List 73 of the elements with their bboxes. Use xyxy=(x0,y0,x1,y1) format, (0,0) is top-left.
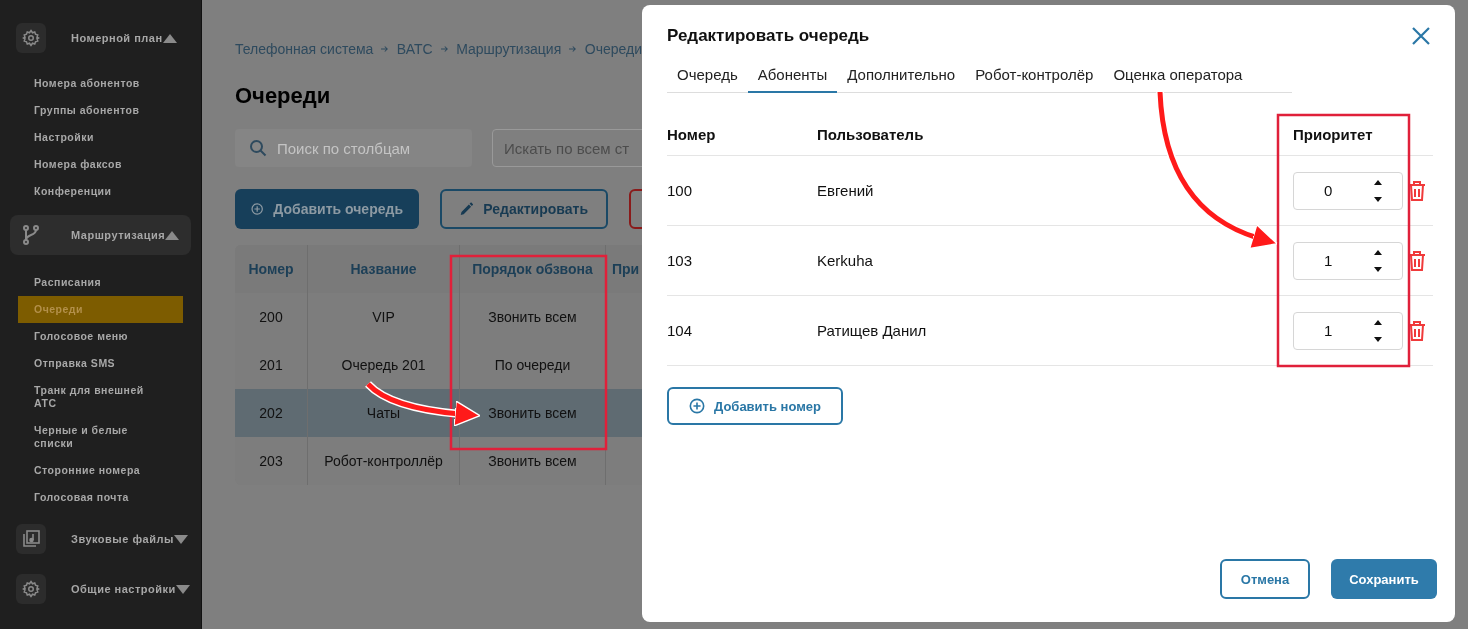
sidebar-item[interactable]: Группы абонентов xyxy=(18,97,178,124)
close-icon[interactable] xyxy=(1412,27,1430,45)
sidebar-item[interactable]: Номера абонентов xyxy=(18,70,178,97)
sidebar-item[interactable]: Черные и белые списки xyxy=(18,417,178,457)
table-row[interactable]: 203 Робот-контроллёр Звонить всем xyxy=(235,437,642,485)
stepper-icon[interactable] xyxy=(1374,249,1382,272)
sidebar-group-label: Маршрутизация xyxy=(71,229,166,241)
sidebar-group-header[interactable]: Маршрутизация xyxy=(10,215,191,255)
pencil-icon xyxy=(460,200,474,218)
priority-field[interactable]: 1 xyxy=(1293,311,1403,350)
music-file-icon xyxy=(22,530,40,548)
plus-circle-icon xyxy=(689,398,705,414)
stepper-icon[interactable] xyxy=(1374,179,1382,202)
trash-icon[interactable] xyxy=(1408,250,1426,271)
table-cell: 201 xyxy=(259,357,283,373)
add-queue-button[interactable]: Добавить очередь xyxy=(235,189,419,229)
trash-icon[interactable] xyxy=(1408,320,1426,341)
table-cell: По очереди xyxy=(494,357,571,373)
table-cell: Звонить всем xyxy=(488,405,577,421)
sidebar-group-label[interactable]: Номерной план xyxy=(71,32,163,44)
priority-field[interactable]: 1 xyxy=(1293,241,1403,280)
sidebar-item[interactable]: Отправка SMS xyxy=(18,350,178,377)
table-cell: 203 xyxy=(259,453,283,469)
add-number-button[interactable]: Добавить номер xyxy=(667,387,843,425)
sidebar-item[interactable]: Голосовая почта xyxy=(18,484,178,511)
trash-icon[interactable] xyxy=(1408,180,1426,201)
arrow-right-icon xyxy=(569,44,577,54)
table-cell: Звонить всем xyxy=(488,453,577,469)
save-button[interactable]: Сохранить xyxy=(1331,559,1437,599)
table-cell: Очередь 201 xyxy=(341,357,426,373)
column-header: Пользователь xyxy=(817,126,925,143)
table-cell-text: 100 xyxy=(667,182,694,199)
table-cell: 200 xyxy=(259,309,283,325)
table-cell-text: Kerkuha xyxy=(817,252,874,269)
tab[interactable]: Очередь xyxy=(667,63,748,93)
cancel-button[interactable]: Отмена xyxy=(1220,559,1310,599)
branch-icon xyxy=(22,225,40,245)
table-cell-text: 104 xyxy=(667,322,694,339)
table-row[interactable]: 200 VIP Звонить всем xyxy=(235,293,642,341)
sidebar-item[interactable]: Конференции xyxy=(18,178,178,205)
column-header: Приоритет xyxy=(1293,126,1373,143)
table-cell: VIP xyxy=(372,309,395,325)
sidebar-group-label[interactable]: Общие настройки xyxy=(71,583,176,595)
settings-icon xyxy=(22,580,40,598)
settings-icon xyxy=(22,29,40,47)
column-header: Номер xyxy=(667,126,717,143)
tab[interactable]: Оценка оператора xyxy=(1103,63,1253,93)
table-cell: 202 xyxy=(259,405,283,421)
priority-field[interactable]: 0 xyxy=(1293,171,1403,210)
sidebar-item[interactable]: Настройки xyxy=(18,124,178,151)
sidebar-item[interactable]: Транк для внешней АТС xyxy=(18,377,178,417)
sidebar-item[interactable]: Сторонние номера xyxy=(18,457,178,484)
sidebar-group-label[interactable]: Звуковые файлы xyxy=(71,533,174,545)
arrow-right-icon xyxy=(440,44,449,54)
sidebar-item[interactable]: Голосовое меню xyxy=(18,323,178,350)
table-cell-text: Евгений xyxy=(817,182,875,199)
table-cell-text: Ратищев Данил xyxy=(817,322,928,339)
arrow-right-icon xyxy=(381,44,389,54)
table-cell: Звонить всем xyxy=(488,309,577,325)
stepper-icon[interactable] xyxy=(1374,319,1382,342)
table-cell: Чаты xyxy=(366,405,401,421)
page-title: Очереди xyxy=(235,83,332,109)
tab[interactable]: Абоненты xyxy=(747,63,838,93)
dialog-title: Редактировать очередь xyxy=(667,26,870,46)
tab[interactable]: Дополнительно xyxy=(837,63,966,93)
sidebar-item[interactable]: Расписания xyxy=(18,269,178,296)
table-cell-text: 103 xyxy=(667,252,694,269)
search-icon xyxy=(249,139,267,157)
table-row[interactable]: 202 Чаты Звонить всем xyxy=(235,389,642,437)
sidebar-item[interactable]: Номера факсов xyxy=(18,151,178,178)
tab[interactable]: Робот-контролёр xyxy=(965,63,1104,93)
plus-circle-icon xyxy=(251,200,264,218)
table-cell: Робот-контроллёр xyxy=(324,453,443,469)
